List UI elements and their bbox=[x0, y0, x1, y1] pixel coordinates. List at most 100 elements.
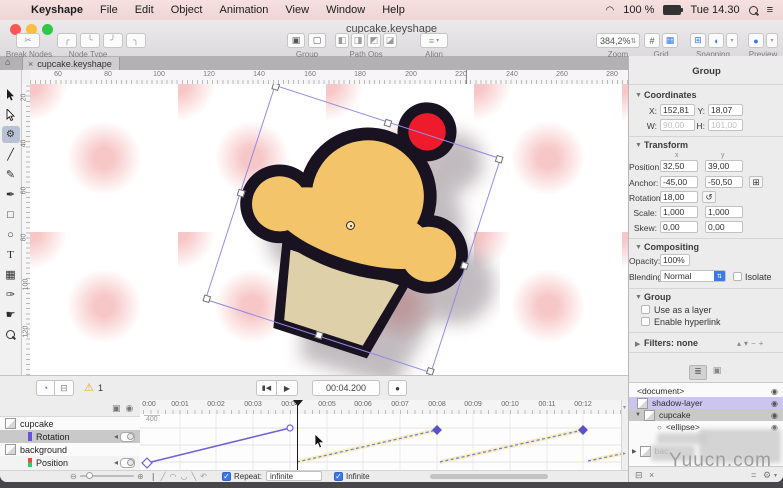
infinite-checkbox[interactable]: ✓ bbox=[334, 472, 343, 481]
disclosure-triangle-icon[interactable]: ▼ bbox=[635, 412, 641, 418]
home-icon[interactable]: ⌂ bbox=[5, 57, 10, 67]
y-field[interactable]: 18,07 bbox=[708, 104, 743, 116]
eye-icon[interactable]: ◉ bbox=[771, 411, 778, 420]
menu-item-file[interactable]: File bbox=[100, 4, 118, 16]
keyframe-toggle[interactable] bbox=[120, 457, 135, 468]
group-button[interactable]: ▣ bbox=[287, 33, 305, 48]
menu-item-animation[interactable]: Animation bbox=[219, 4, 268, 16]
snap-grid-button[interactable]: ⊞ bbox=[690, 33, 706, 48]
preview-button[interactable]: ● bbox=[748, 33, 764, 48]
align-button[interactable]: ≡ ▾ bbox=[420, 33, 448, 48]
disclosure-triangle-icon[interactable]: ▶ bbox=[632, 448, 637, 455]
position-x-field[interactable]: 32,50 bbox=[660, 160, 698, 172]
new-group-icon[interactable]: ⊟ bbox=[635, 470, 643, 481]
menu-item-window[interactable]: Window bbox=[326, 4, 365, 16]
repeat-checkbox[interactable]: ✓ bbox=[222, 472, 231, 481]
tab-cupcake[interactable]: × cupcake.keyshape bbox=[22, 57, 120, 70]
disclosure-triangle-icon[interactable]: ▼ bbox=[635, 142, 642, 149]
skew-y-field[interactable]: 0,00 bbox=[705, 221, 743, 233]
play-button[interactable]: ▶ bbox=[277, 380, 298, 396]
tab-tree-view[interactable]: ≣ bbox=[689, 365, 707, 380]
zoom-out-icon[interactable]: ⊖ bbox=[70, 472, 77, 481]
disclosure-triangle-icon[interactable]: ▶ bbox=[635, 340, 640, 348]
playhead-line[interactable] bbox=[297, 400, 298, 470]
rectangle-tool[interactable]: □ bbox=[2, 206, 20, 223]
track-property-rotation[interactable]: Rotation ◂ bbox=[0, 430, 140, 444]
repeat-value-field[interactable]: infinite bbox=[266, 471, 322, 481]
menu-clock[interactable]: Tue 14.30 bbox=[690, 4, 739, 16]
eye-icon[interactable]: ◉ bbox=[771, 387, 778, 396]
break-nodes-button[interactable]: ✂ bbox=[16, 33, 40, 48]
filter-keyframes-icon[interactable]: ▣ bbox=[112, 403, 121, 414]
select-tool[interactable] bbox=[2, 86, 20, 103]
menu-app-name[interactable]: Keyshape bbox=[31, 4, 83, 16]
isolate-checkbox[interactable] bbox=[733, 272, 742, 281]
spotlight-icon[interactable] bbox=[748, 5, 758, 15]
grid-toggle-button[interactable]: # bbox=[644, 33, 660, 48]
pencil-tool[interactable]: ✎ bbox=[2, 166, 20, 183]
node-type-symmetric-button[interactable]: ╰ bbox=[80, 33, 100, 48]
use-as-layer-checkbox[interactable] bbox=[641, 305, 650, 314]
node-type-line-button[interactable]: ╮ bbox=[126, 33, 146, 48]
disclosure-triangle-icon[interactable]: ▼ bbox=[635, 294, 642, 301]
track-property-position[interactable]: Position ◂ bbox=[0, 456, 140, 469]
zoom-tool[interactable] bbox=[2, 326, 20, 343]
rotation-reset-button[interactable]: ↺ bbox=[702, 191, 716, 203]
rotation-field[interactable]: 18,00 bbox=[660, 191, 698, 203]
menu-item-edit[interactable]: Edit bbox=[135, 4, 154, 16]
anchor-picker-button[interactable]: ⊞ bbox=[749, 176, 763, 188]
ungroup-button[interactable]: ▢ bbox=[308, 33, 326, 48]
track-background[interactable]: background bbox=[0, 443, 140, 457]
opacity-field[interactable]: 100% bbox=[660, 254, 690, 266]
enable-hyperlink-checkbox[interactable] bbox=[641, 317, 650, 326]
playhead-handle[interactable] bbox=[293, 400, 303, 406]
current-time-field[interactable]: 00:04.200 bbox=[312, 380, 380, 396]
h-field[interactable]: 101,00 bbox=[708, 119, 743, 131]
ellipse-tool[interactable]: ○ bbox=[2, 226, 20, 243]
node-type-smooth-button[interactable]: ╭ bbox=[57, 33, 77, 48]
text-tool[interactable]: T bbox=[2, 246, 20, 263]
zoom-in-icon[interactable]: ⊕ bbox=[137, 472, 144, 481]
image-tool[interactable]: ▦ bbox=[2, 266, 20, 283]
timeline-scrollbar[interactable] bbox=[430, 474, 548, 479]
menu-item-view[interactable]: View bbox=[285, 4, 309, 16]
transform-tool[interactable]: ⚙ bbox=[1, 126, 20, 143]
snap-objects-button[interactable]: ◖ bbox=[708, 33, 724, 48]
node-type-cusp-button[interactable]: ╯ bbox=[103, 33, 123, 48]
eye-icon[interactable]: ◉ bbox=[771, 399, 778, 408]
skip-to-start-button[interactable]: ▮◀ bbox=[256, 380, 277, 396]
timeline-graph[interactable]: 400 bbox=[140, 414, 622, 470]
slider-knob[interactable] bbox=[86, 472, 93, 479]
scroll-right-icon[interactable]: ▸ bbox=[623, 450, 626, 457]
selection-handle[interactable] bbox=[236, 188, 246, 198]
chevron-down-icon[interactable]: ▾ bbox=[774, 472, 777, 479]
comments-mode-button[interactable]: ⊟ bbox=[55, 380, 74, 396]
snapping-menu-button[interactable]: ▾ bbox=[726, 33, 738, 48]
track-cupcake[interactable]: cupcake bbox=[0, 417, 140, 431]
easing-preset-icons[interactable]: ❙╱◠◡╲↶ bbox=[150, 472, 211, 481]
tab-assets-view[interactable]: ▣ bbox=[709, 365, 725, 378]
tree-row-shadow-layer[interactable]: shadow-layer ◉ bbox=[629, 397, 783, 409]
selection-handle[interactable] bbox=[494, 154, 504, 164]
wifi-icon[interactable]: ◠ bbox=[606, 5, 615, 16]
control-center-icon[interactable]: ≡ bbox=[767, 4, 773, 16]
blending-select[interactable]: Normal ⇅ bbox=[660, 270, 726, 282]
keyframe-point[interactable] bbox=[286, 424, 294, 432]
skew-x-field[interactable]: 0,00 bbox=[660, 221, 698, 233]
disclosure-triangle-icon[interactable]: ▼ bbox=[635, 244, 642, 251]
zoom-stepper[interactable]: 384,2% ⇅ bbox=[596, 33, 640, 48]
record-button[interactable]: ● bbox=[388, 380, 407, 396]
preview-menu-button[interactable]: ▾ bbox=[766, 33, 778, 48]
menu-item-object[interactable]: Object bbox=[171, 4, 203, 16]
path-intersect-button[interactable]: ◩ bbox=[367, 33, 381, 48]
close-tab-icon[interactable]: × bbox=[28, 59, 33, 69]
visibility-icon[interactable]: ◉ bbox=[126, 403, 134, 414]
tree-row-document[interactable]: <document> ◉ bbox=[629, 385, 783, 397]
filters-toolbar-icons[interactable]: ▴▾−+ bbox=[737, 339, 766, 348]
warning-icon[interactable]: ⚠ bbox=[84, 381, 94, 394]
rotation-center-indicator[interactable] bbox=[346, 221, 355, 230]
timeline-ruler[interactable]: 0:00 00:01 00:02 00:03 00:04 00:05 00:06… bbox=[140, 400, 621, 415]
line-tool[interactable]: ╱ bbox=[2, 146, 20, 163]
keyframe-toggle[interactable] bbox=[120, 431, 135, 442]
disclosure-triangle-icon[interactable]: ▼ bbox=[635, 92, 642, 99]
